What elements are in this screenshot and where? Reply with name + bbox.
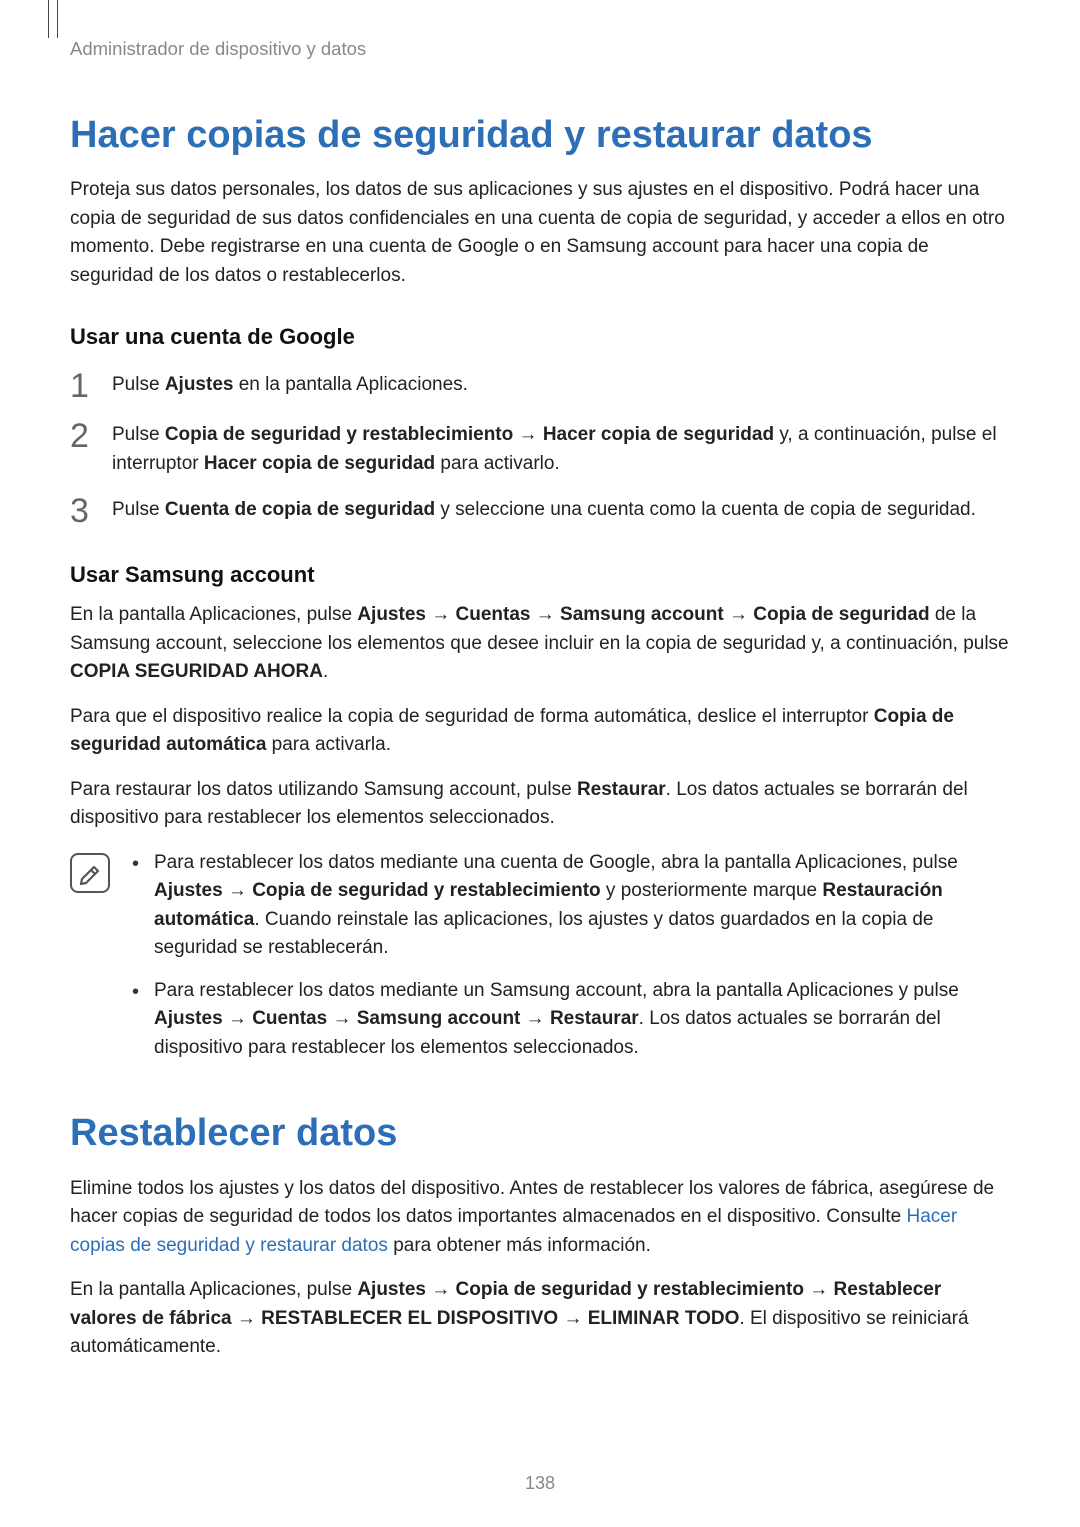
step-text: Pulse Cuenta de copia de seguridad y sel… — [112, 496, 1010, 525]
note-item-samsung: Para restablecer los datos mediante un S… — [130, 977, 1010, 1063]
samsung-p3: Para restaurar los datos utilizando Sams… — [70, 776, 1010, 833]
step-text: Pulse Copia de seguridad y restablecimie… — [112, 421, 1010, 478]
page-number: 138 — [0, 1470, 1080, 1497]
section-title-backup: Hacer copias de seguridad y restaurar da… — [70, 113, 1010, 159]
subheading-google: Usar una cuenta de Google — [70, 320, 1010, 353]
step-3: 3 Pulse Cuenta de copia de seguridad y s… — [70, 496, 1010, 528]
step-number: 2 — [70, 419, 112, 453]
section-title-reset: Restablecer datos — [70, 1111, 1010, 1157]
step-number: 1 — [70, 369, 112, 403]
page-tab-marker — [48, 0, 58, 38]
breadcrumb: Administrador de dispositivo y datos — [70, 35, 1010, 63]
step-text: Pulse Ajustes en la pantalla Aplicacione… — [112, 371, 1010, 400]
step-1: 1 Pulse Ajustes en la pantalla Aplicacio… — [70, 371, 1010, 403]
subheading-samsung: Usar Samsung account — [70, 558, 1010, 591]
samsung-p2: Para que el dispositivo realice la copia… — [70, 703, 1010, 760]
reset-p1: Elimine todos los ajustes y los datos de… — [70, 1175, 1010, 1261]
samsung-p1: En la pantalla Aplicaciones, pulse Ajust… — [70, 601, 1010, 687]
note-box: Para restablecer los datos mediante una … — [70, 849, 1010, 1077]
note-icon — [70, 853, 110, 893]
reset-p2: En la pantalla Aplicaciones, pulse Ajust… — [70, 1276, 1010, 1362]
step-2: 2 Pulse Copia de seguridad y restablecim… — [70, 421, 1010, 478]
intro-paragraph: Proteja sus datos personales, los datos … — [70, 176, 1010, 290]
step-number: 3 — [70, 494, 112, 528]
note-item-google: Para restablecer los datos mediante una … — [130, 849, 1010, 963]
